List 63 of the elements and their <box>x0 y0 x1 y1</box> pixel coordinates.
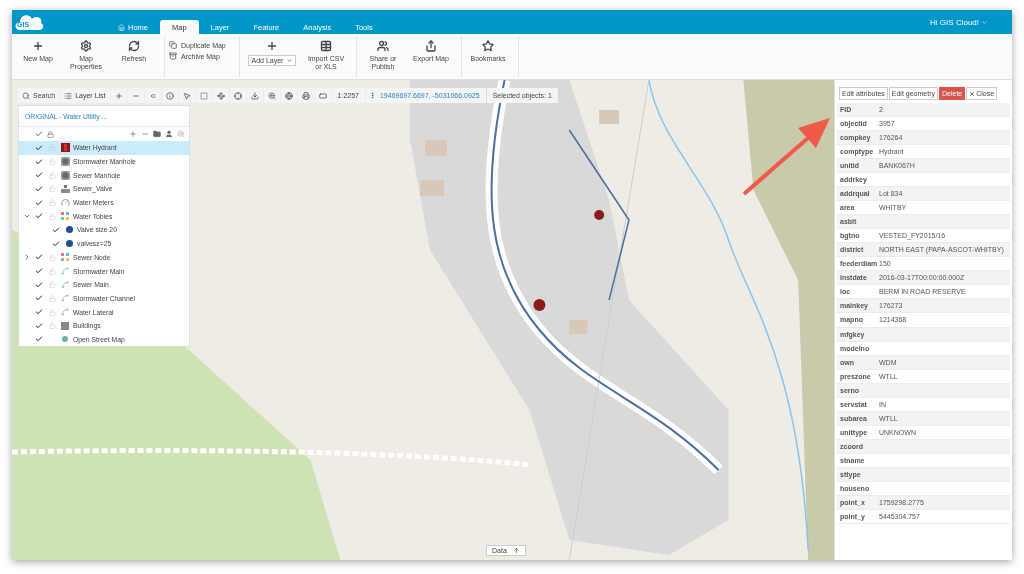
plus-icon <box>32 40 44 52</box>
line-icon <box>61 267 69 276</box>
caret-icon <box>981 18 988 26</box>
archive-icon <box>169 52 177 60</box>
users-icon <box>377 40 389 52</box>
gear-icon <box>80 40 92 52</box>
share-icon <box>425 40 437 52</box>
caret-icon <box>286 57 294 64</box>
search-icon <box>22 91 30 100</box>
polygon-icon <box>61 321 69 330</box>
check-icon[interactable] <box>35 335 43 344</box>
copy-icon <box>169 41 177 49</box>
rectangle-icon <box>318 91 327 100</box>
folder-icon[interactable] <box>153 130 161 138</box>
list-icon <box>64 91 73 100</box>
line-icon <box>61 308 69 317</box>
zoom-in-icon <box>114 91 123 100</box>
lock-icon[interactable] <box>47 130 54 138</box>
print-icon <box>301 91 310 100</box>
check-icon[interactable] <box>52 239 60 248</box>
add-icon[interactable] <box>266 40 278 52</box>
check-icon[interactable] <box>35 157 43 166</box>
zoom-icon <box>267 91 276 100</box>
info-icon <box>165 91 174 100</box>
check-icon[interactable] <box>35 143 43 152</box>
check-icon[interactable] <box>35 267 43 276</box>
zoom-icon[interactable] <box>177 130 185 138</box>
valve-icon <box>60 184 70 193</box>
remove-icon[interactable] <box>141 130 149 138</box>
check-icon[interactable] <box>35 253 43 262</box>
dot-icon <box>65 226 73 234</box>
pointer-icon <box>182 91 191 100</box>
dot-icon <box>65 240 73 248</box>
check-icon[interactable] <box>35 212 43 221</box>
check-icon[interactable] <box>35 294 43 303</box>
user-icon[interactable] <box>165 130 173 138</box>
line-icon <box>61 280 69 289</box>
check-icon[interactable] <box>35 184 43 193</box>
refresh-icon <box>128 40 140 52</box>
arrow-up-icon <box>512 547 520 554</box>
line-icon <box>61 294 69 303</box>
manhole-icon <box>60 157 70 167</box>
table-icon <box>320 40 332 52</box>
collapse-icon <box>148 91 157 100</box>
star-icon <box>482 40 494 52</box>
manhole-icon <box>60 170 70 180</box>
expand-icon[interactable] <box>23 253 31 262</box>
crosshair-icon <box>233 91 242 100</box>
check-icon[interactable] <box>35 280 43 289</box>
check-icon[interactable] <box>35 198 43 207</box>
check-icon[interactable] <box>35 321 43 330</box>
download-icon <box>250 91 259 100</box>
home-icon <box>118 23 125 31</box>
check-icon[interactable] <box>52 225 60 234</box>
hydrant-icon <box>60 143 70 153</box>
legend-grid-icon <box>61 212 69 221</box>
selection-icon <box>199 91 208 100</box>
check-icon[interactable] <box>35 171 43 180</box>
check-icon[interactable] <box>35 308 43 317</box>
close-icon <box>969 90 976 97</box>
meter-icon <box>60 198 70 208</box>
legend-grid-icon <box>61 253 69 262</box>
check-icon[interactable] <box>35 130 43 138</box>
